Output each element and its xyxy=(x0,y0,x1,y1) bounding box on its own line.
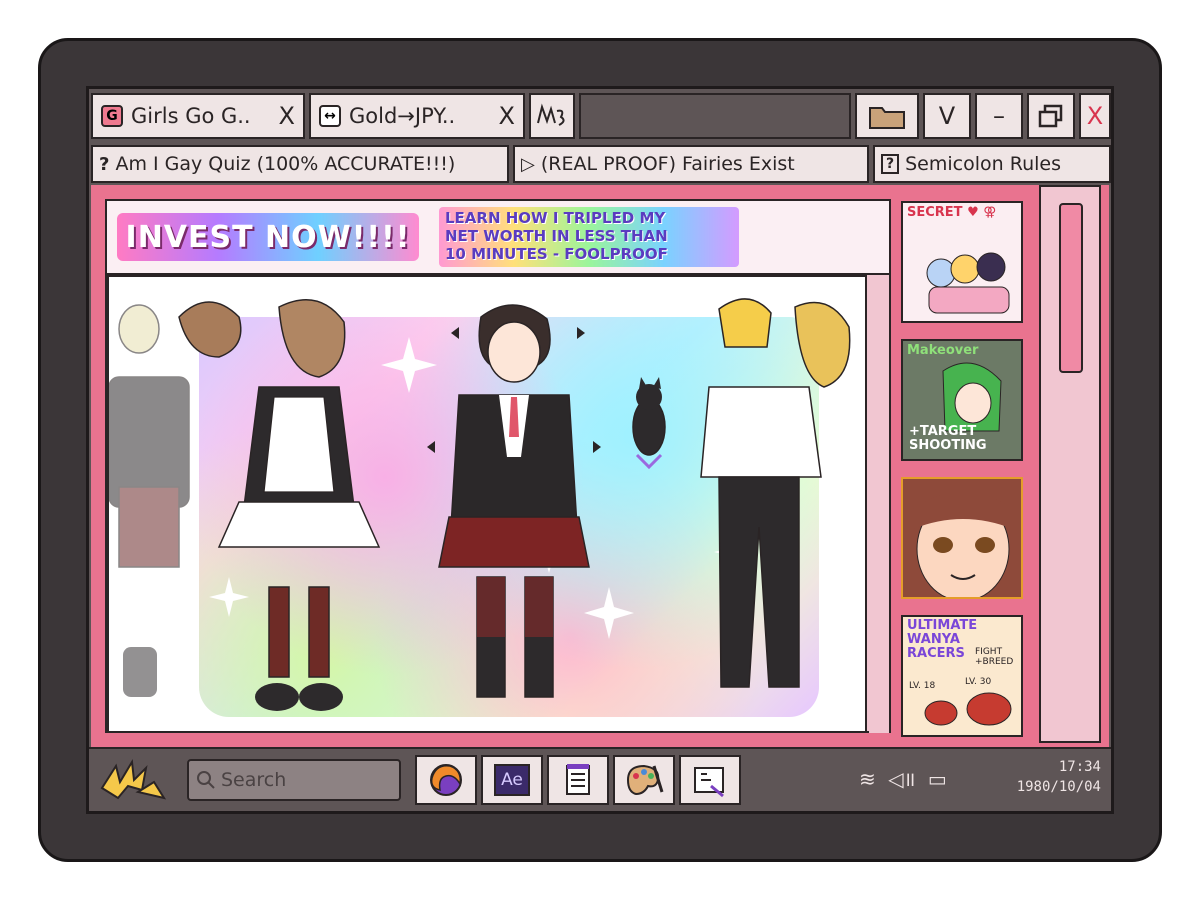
minimize-icon: – xyxy=(993,102,1005,130)
browser-content: INVEST NOW!!!! LEARN HOW I TRIPLED MY NE… xyxy=(91,185,1109,747)
outfit-butler-faded[interactable] xyxy=(109,304,190,697)
browser-app-button[interactable] xyxy=(415,755,477,805)
ad-banner[interactable]: INVEST NOW!!!! LEARN HOW I TRIPLED MY NE… xyxy=(107,201,889,275)
system-tray: ≋ ◁॥ ▭ xyxy=(859,765,947,792)
bookmark-gay-quiz[interactable]: ? Am I Gay Quiz (100% ACCURATE!!!) xyxy=(91,145,509,183)
arrow-right-icon xyxy=(577,327,585,339)
learn-ad-line: LEARN HOW I TRIPLED MY xyxy=(445,209,666,227)
notepad-icon xyxy=(566,764,590,795)
arrow-left-icon xyxy=(451,327,459,339)
image-viewer-icon xyxy=(694,767,724,798)
after-effects-button[interactable]: Ae xyxy=(481,755,543,805)
bookmark-fairies[interactable]: ▷ (REAL PROOF) Fairies Exist xyxy=(513,145,869,183)
learn-ad[interactable]: LEARN HOW I TRIPLED MY NET WORTH IN LESS… xyxy=(439,207,739,267)
ad-thumbnail-wanya-racers[interactable]: ULTIMATE WANYA RACERS FIGHT +BREED LV. 1… xyxy=(901,615,1023,737)
browser-icon xyxy=(430,764,462,796)
bookmark-label: (REAL PROOF) Fairies Exist xyxy=(540,153,795,175)
page-scrollbar[interactable] xyxy=(869,275,889,733)
close-icon[interactable]: X xyxy=(499,102,515,130)
sidebar-scrollbar[interactable] xyxy=(1039,185,1101,743)
learn-ad-line: 10 MINUTES - FOOLPROOF xyxy=(445,245,668,263)
character-model[interactable] xyxy=(427,304,601,698)
restore-icon xyxy=(1038,104,1063,128)
tab-favicon: ↔ xyxy=(319,105,341,127)
tab-favicon: G xyxy=(101,105,123,127)
screen: G Girls Go G.. X ↔ Gold→JPY.. X V – X ? … xyxy=(86,86,1114,814)
question-icon: ? xyxy=(881,154,900,174)
bookmark-semicolon[interactable]: ? Semicolon Rules xyxy=(873,145,1111,183)
taskbar: Search Ae ≋ ◁॥ ▭ 17:34 1980/10/04 xyxy=(89,747,1111,811)
invest-now-ad[interactable]: INVEST NOW!!!! xyxy=(117,213,419,261)
after-effects-icon: Ae xyxy=(494,764,530,796)
search-placeholder: Search xyxy=(221,769,287,791)
ad-subcaption: +TARGET SHOOTING xyxy=(909,424,987,453)
tab-bar: G Girls Go G.. X ↔ Gold→JPY.. X V – X xyxy=(89,89,1111,143)
close-icon: X xyxy=(1086,102,1104,130)
outfit-maid[interactable] xyxy=(178,299,381,711)
tab-girls-go-games[interactable]: G Girls Go G.. X xyxy=(91,93,305,139)
search-icon xyxy=(197,771,215,789)
image-viewer-button[interactable] xyxy=(679,755,741,805)
folder-button[interactable] xyxy=(855,93,919,139)
notepad-button[interactable] xyxy=(547,755,609,805)
paint-button[interactable] xyxy=(613,755,675,805)
check-button[interactable]: V xyxy=(923,93,971,139)
play-icon: ▷ xyxy=(521,153,535,175)
ad-thumbnail-secret[interactable]: SECRET ♥ ⚢ xyxy=(901,201,1023,323)
arrow-right-icon xyxy=(593,441,601,453)
volume-icon[interactable]: ◁॥ xyxy=(888,767,915,791)
bookmark-label: Semicolon Rules xyxy=(905,153,1061,175)
scrollbar-thumb[interactable] xyxy=(1059,203,1083,373)
tab-label: Gold→JPY.. xyxy=(349,104,456,128)
ad-thumbnail-makeover[interactable]: Makeover +TARGET SHOOTING xyxy=(901,339,1023,461)
page-pane: INVEST NOW!!!! LEARN HOW I TRIPLED MY NE… xyxy=(105,199,891,733)
clock[interactable]: 17:34 1980/10/04 xyxy=(981,753,1107,807)
cat-accessory[interactable] xyxy=(632,377,666,470)
restore-button[interactable] xyxy=(1027,93,1075,139)
clock-time: 17:34 xyxy=(1058,759,1101,775)
bookmark-label: Am I Gay Quiz (100% ACCURATE!!!) xyxy=(115,153,456,175)
wifi-icon[interactable]: ≋ xyxy=(859,767,876,791)
check-icon: V xyxy=(938,102,956,130)
sidebar-ads: SECRET ♥ ⚢ Makeover +TARGET SHOOTING ULT… xyxy=(897,191,1027,741)
close-icon[interactable]: X xyxy=(279,102,295,130)
folder-icon xyxy=(869,107,905,129)
new-tab-logo-icon[interactable] xyxy=(529,93,575,139)
start-button[interactable] xyxy=(93,755,173,805)
ad-thumbnail-portrait[interactable] xyxy=(901,477,1023,599)
close-window-button[interactable]: X xyxy=(1079,93,1111,139)
bookmarks-bar: ? Am I Gay Quiz (100% ACCURATE!!!) ▷ (RE… xyxy=(89,143,1111,185)
start-icon xyxy=(100,758,167,800)
arrow-left-icon xyxy=(427,441,435,453)
search-input[interactable]: Search xyxy=(187,759,401,801)
battery-icon[interactable]: ▭ xyxy=(928,767,947,791)
question-icon: ? xyxy=(99,153,110,175)
clock-date: 1980/10/04 xyxy=(1016,779,1101,795)
minimize-button[interactable]: – xyxy=(975,93,1023,139)
tab-gold-jpy[interactable]: ↔ Gold→JPY.. X xyxy=(309,93,525,139)
tab-strip-empty[interactable] xyxy=(579,93,851,139)
dress-up-game[interactable] xyxy=(107,275,867,733)
tab-label: Girls Go G.. xyxy=(131,104,251,128)
outfit-shirt-trousers[interactable] xyxy=(700,298,851,688)
learn-ad-line: NET WORTH IN LESS THAN xyxy=(445,227,668,245)
paint-palette-icon xyxy=(626,764,664,796)
